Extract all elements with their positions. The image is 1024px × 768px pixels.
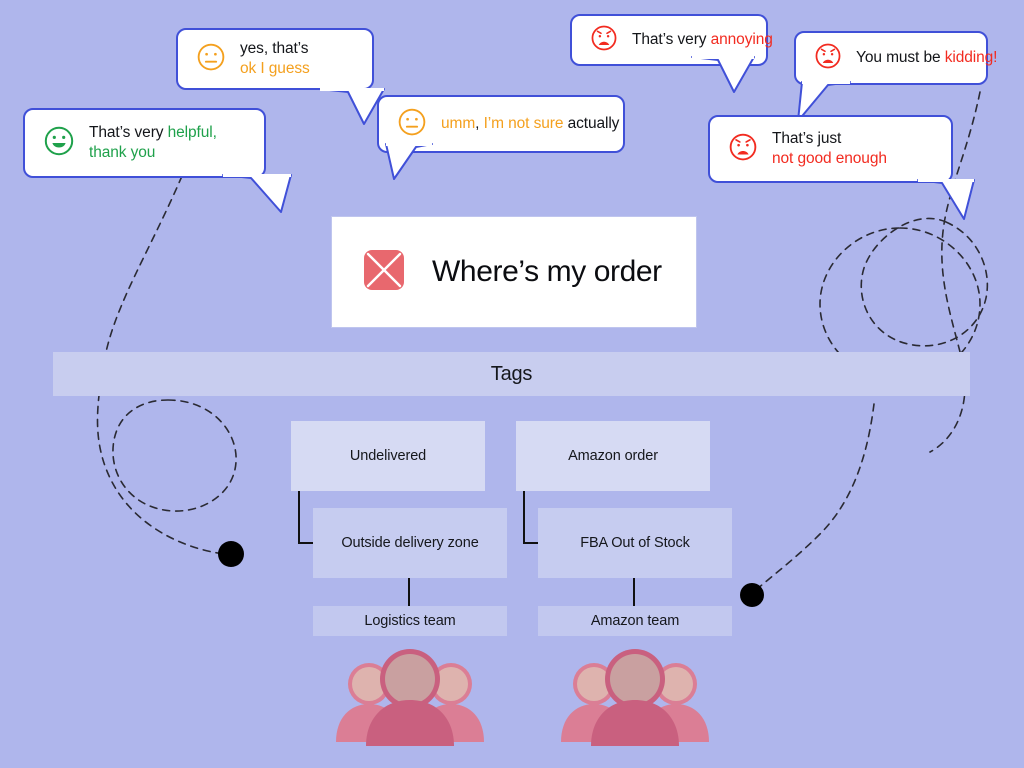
bubble-text-plain: actually xyxy=(567,114,620,132)
angry-face-icon xyxy=(590,24,618,57)
speech-bubble-must-be-kidding[interactable]: You must be kidding! xyxy=(794,31,997,122)
tag-label: Logistics team xyxy=(364,613,456,629)
bubble-line: That’s very helpful, xyxy=(89,123,217,143)
endpoint-dot-left xyxy=(218,541,244,567)
speech-bubble-not-good-enough[interactable]: That’s just not good enough xyxy=(708,115,975,220)
neutral-face-icon xyxy=(196,42,226,77)
bubble-line: That’s very annoying xyxy=(632,30,773,50)
bubble-text-plain: You must be xyxy=(856,48,945,66)
bubble-tail xyxy=(319,88,385,125)
dashed-loop-right xyxy=(860,217,989,347)
bubble-text-highlight: I’m not sure xyxy=(483,114,568,132)
tag-amazon-order[interactable]: Amazon order xyxy=(516,421,710,491)
tag-undelivered[interactable]: Undelivered xyxy=(291,421,485,491)
tag-logistics-team[interactable]: Logistics team xyxy=(313,606,507,636)
dashed-curve-right-lower xyxy=(755,403,875,591)
tag-fba-out-of-stock[interactable]: FBA Out of Stock xyxy=(538,508,732,578)
page-title: Where’s my order xyxy=(432,255,662,288)
speech-bubble-not-sure[interactable]: umm, I’m not sure actually xyxy=(377,95,625,180)
tags-section-header: Tags xyxy=(53,352,970,396)
bubble-line: yes, that’s xyxy=(240,39,309,57)
bubble-line: thank you xyxy=(89,144,156,161)
tag-amazon-team[interactable]: Amazon team xyxy=(538,606,732,636)
tag-label: Amazon team xyxy=(590,613,680,629)
speech-bubble-ok-i-guess[interactable]: yes, that’s ok I guess xyxy=(176,28,385,125)
bubble-text-plain: , xyxy=(475,114,484,132)
tag-label: FBA Out of Stock xyxy=(580,535,690,551)
speech-bubble-text: That’s very helpful, thank you xyxy=(89,123,217,163)
bubble-text-plain: That’s very xyxy=(89,123,168,141)
red-x-square-icon xyxy=(364,249,404,295)
speech-bubble-very-annoying[interactable]: That’s very annoying xyxy=(570,14,773,93)
bubble-text-plain: That’s very xyxy=(632,30,711,48)
neutral-face-icon xyxy=(397,107,427,142)
speech-bubble-very-helpful[interactable]: That’s very helpful, thank you xyxy=(23,108,292,213)
people-group-icon xyxy=(559,648,711,753)
angry-face-icon xyxy=(728,132,758,167)
bubble-tail xyxy=(222,174,292,213)
order-title-card[interactable]: Where’s my order xyxy=(331,216,697,328)
dashed-loop-left xyxy=(112,399,237,512)
bubble-line: not good enough xyxy=(772,150,887,167)
bubble-text-highlight: kidding! xyxy=(944,48,998,66)
bubble-text-highlight: annoying xyxy=(710,30,773,48)
bubble-line: ok I guess xyxy=(240,60,310,77)
diagram-canvas: yes, that’s ok I guess That’s very helpf… xyxy=(0,0,1024,768)
connector-outside-zone-vertical xyxy=(408,578,410,606)
tag-label: Undelivered xyxy=(349,448,427,464)
bubble-tail xyxy=(385,143,433,180)
bubble-text-highlight: helpful, xyxy=(167,123,217,141)
speech-bubble-text: That’s just not good enough xyxy=(772,129,887,169)
bubble-tail xyxy=(917,179,975,220)
endpoint-dot-right xyxy=(740,583,764,607)
speech-bubble-text: yes, that’s ok I guess xyxy=(240,39,310,79)
tag-label: Outside delivery zone xyxy=(341,535,479,551)
speech-bubble-text: You must be kidding! xyxy=(856,48,997,68)
bubble-text-highlight: umm xyxy=(441,114,476,132)
bubble-tail xyxy=(691,56,755,93)
tag-outside-delivery-zone[interactable]: Outside delivery zone xyxy=(313,508,507,578)
bubble-line: You must be kidding! xyxy=(856,48,997,68)
bubble-line: umm, I’m not sure actually xyxy=(441,114,619,134)
people-group-icon xyxy=(334,648,486,753)
connector-undelivered-vertical xyxy=(298,491,300,544)
speech-bubble-text: umm, I’m not sure actually xyxy=(441,114,619,134)
connector-amazon-order-vertical xyxy=(523,491,525,544)
tag-label: Amazon order xyxy=(568,448,658,464)
angry-face-icon xyxy=(814,42,842,75)
bubble-line: That’s just xyxy=(772,129,842,147)
happy-face-icon xyxy=(43,125,75,162)
speech-bubble-text: That’s very annoying xyxy=(632,30,773,50)
connector-fba-vertical xyxy=(633,578,635,606)
tags-label: Tags xyxy=(490,362,533,385)
